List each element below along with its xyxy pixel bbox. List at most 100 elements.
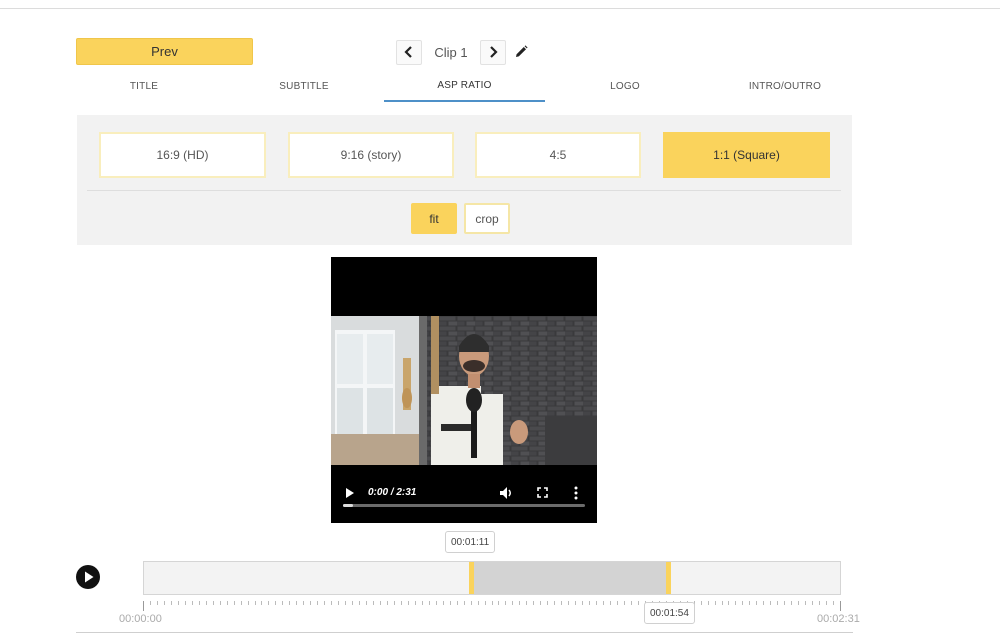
video-progress-bar[interactable] [343,504,585,507]
ruler-tick [547,601,548,605]
ruler-tick [457,601,458,605]
ratio-4-5-button[interactable]: 4:5 [475,132,641,178]
ruler-tick [617,601,618,605]
ruler-tick [282,601,283,605]
ruler-tick [763,601,764,605]
trim-selection [471,562,669,594]
clip-navigator: Clip 1 [396,39,528,65]
tab-title[interactable]: TITLE [64,70,224,102]
ruler-tick [784,601,785,605]
ruler-tick [610,601,611,605]
ruler-tick [708,601,709,605]
ruler-tick [526,601,527,605]
ruler-tick [373,601,374,605]
fullscreen-icon[interactable] [537,487,548,498]
ruler-tick [303,601,304,605]
ruler-tick [798,601,799,605]
ruler-tick [840,601,841,611]
video-frame [331,316,597,465]
ruler-tick [213,601,214,605]
ruler-tick [289,601,290,605]
ruler-tick [492,601,493,605]
trim-end-handle[interactable] [666,562,671,594]
ruler-tick [498,601,499,605]
play-icon[interactable] [345,487,355,499]
tab-asp-ratio[interactable]: ASP RATIO [384,70,545,102]
ruler-tick [791,601,792,605]
ruler-tick [401,601,402,605]
ruler-tick [749,601,750,605]
ruler-tick [352,601,353,605]
next-clip-button[interactable] [480,39,506,65]
ruler-tick [554,601,555,605]
ruler-tick [561,601,562,605]
video-time: 0:00 / 2:31 [368,487,417,498]
ruler-tick [324,601,325,605]
ruler-tick [248,601,249,605]
edit-clip-name-button[interactable] [514,45,528,59]
ruler-tick [268,601,269,605]
more-vert-icon[interactable] [574,486,578,500]
chevron-left-icon [404,46,412,58]
ruler-tick [519,601,520,605]
prev-button[interactable]: Prev [76,38,253,65]
trim-track[interactable] [143,561,841,595]
ruler-tick [317,601,318,605]
top-divider [0,8,1000,9]
ruler-tick [770,601,771,605]
ruler-tick [575,601,576,605]
ruler-tick [756,601,757,605]
ruler-tick [485,601,486,605]
prev-clip-button[interactable] [396,39,422,65]
ruler-tick [826,601,827,605]
ruler-tick [234,601,235,605]
ratio-9-16-button[interactable]: 9:16 (story) [288,132,454,178]
tab-subtitle[interactable]: SUBTITLE [224,70,384,102]
trim-end-tooltip: 00:01:54 [644,602,695,624]
ruler-tick [443,601,444,605]
ruler-tick [192,601,193,605]
tab-logo[interactable]: LOGO [545,70,705,102]
ruler-tick [471,601,472,605]
ruler-tick [728,601,729,605]
ruler-tick [512,601,513,605]
volume-icon[interactable] [499,486,513,500]
ruler-tick [582,601,583,605]
video-progress-fill [343,504,353,507]
ruler-tick [422,601,423,605]
video-thumbnail [331,316,597,465]
ratio-16-9-button[interactable]: 16:9 (HD) [99,132,266,178]
chevron-right-icon [490,46,498,58]
ruler-tick [227,601,228,605]
ratio-1-1-button[interactable]: 1:1 (Square) [663,132,830,178]
ruler-tick [185,601,186,605]
ruler-tick [429,601,430,605]
ruler-tick [715,601,716,605]
ruler-tick [345,601,346,605]
ruler-tick [359,601,360,605]
ruler-tick [624,601,625,605]
ruler-tick [742,601,743,605]
ruler-tick [505,601,506,605]
trim-start-handle[interactable] [469,562,474,594]
panel-divider [87,190,841,191]
ruler-end-label: 00:02:31 [817,613,860,625]
ruler-tick [143,601,144,611]
tab-intro-outro[interactable]: INTRO/OUTRO [705,70,865,102]
ruler-tick [206,601,207,605]
video-player[interactable]: 0:00 / 2:31 [331,257,597,523]
ruler-tick [722,601,723,605]
editor-tabs: TITLE SUBTITLE ASP RATIO LOGO INTRO/OUTR… [64,70,864,103]
ruler-tick [701,601,702,605]
ruler-tick [450,601,451,605]
ruler-tick [331,601,332,605]
ruler-tick [478,601,479,605]
crop-button[interactable]: crop [464,203,510,234]
play-circle-icon[interactable] [76,565,100,589]
ruler-tick [380,601,381,605]
ruler-tick [596,601,597,605]
ruler-tick [157,601,158,605]
ruler-tick [735,601,736,605]
fit-button[interactable]: fit [411,203,457,234]
ruler-tick [178,601,179,605]
